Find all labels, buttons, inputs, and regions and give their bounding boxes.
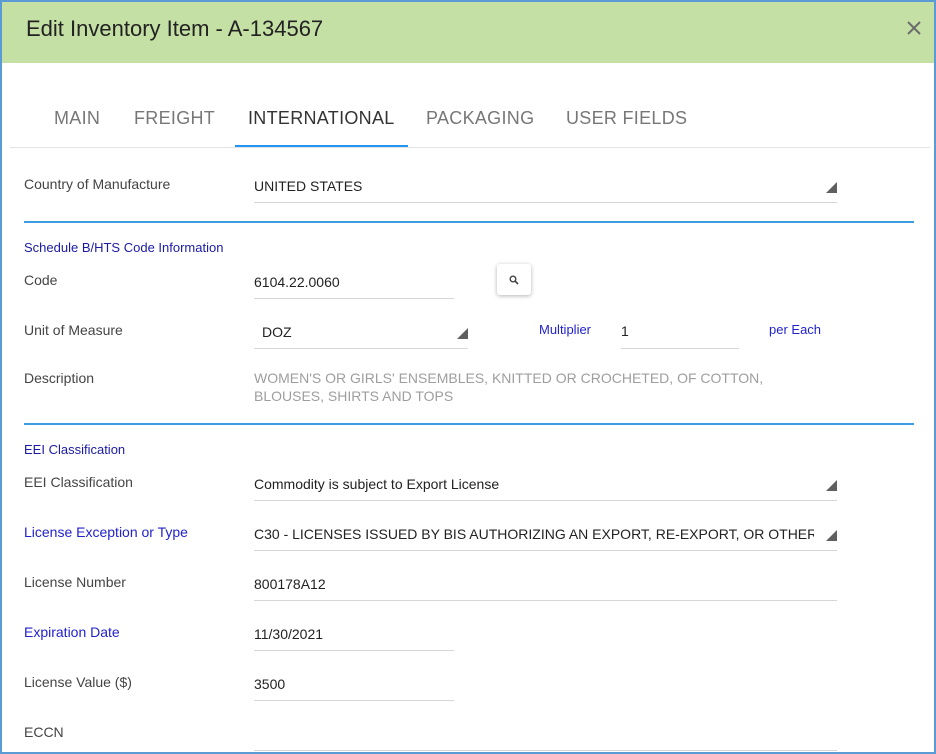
multiplier-suffix: per Each xyxy=(769,322,822,337)
code-value: 6104.22.0060 xyxy=(254,274,340,290)
eei-classification-value: Commodity is subject to Export License xyxy=(254,476,500,492)
section-divider xyxy=(24,423,914,425)
search-icon xyxy=(509,275,519,285)
expiration-date-input[interactable]: 11/30/2021 xyxy=(254,626,454,651)
eei-classification-select[interactable]: Commodity is subject to Export License xyxy=(254,476,837,501)
license-exception-label: License Exception or Type xyxy=(24,524,188,540)
tab-freight[interactable]: FREIGHT xyxy=(134,108,215,129)
license-exception-select[interactable]: C30 - LICENSES ISSUED BY BIS AUTHORIZING… xyxy=(254,526,837,551)
license-number-input[interactable]: 800178A12 xyxy=(254,576,837,601)
license-value-label: License Value ($) xyxy=(24,674,132,690)
active-tab-indicator xyxy=(235,145,408,147)
license-exception-value: C30 - LICENSES ISSUED BY BIS AUTHORIZING… xyxy=(254,526,814,542)
code-input[interactable]: 6104.22.0060 xyxy=(254,274,454,299)
dropdown-arrow-icon xyxy=(826,480,837,491)
code-search-button[interactable] xyxy=(497,264,531,295)
country-value: UNITED STATES xyxy=(254,178,363,194)
tab-user-fields[interactable]: USER FIELDS xyxy=(566,108,687,129)
dropdown-arrow-icon xyxy=(826,530,837,541)
tab-main[interactable]: MAIN xyxy=(54,108,100,129)
uom-select[interactable]: DOZ xyxy=(254,324,468,349)
country-label: Country of Manufacture xyxy=(24,176,171,192)
edit-inventory-dialog: Edit Inventory Item - A-134567 MAIN FREI… xyxy=(0,0,936,754)
uom-label: Unit of Measure xyxy=(24,322,123,338)
multiplier-input[interactable]: 1 xyxy=(621,323,739,349)
eei-section-title: EEI Classification xyxy=(24,442,126,457)
license-number-value: 800178A12 xyxy=(254,576,326,592)
country-select[interactable]: UNITED STATES xyxy=(254,178,837,203)
code-label: Code xyxy=(24,272,58,288)
eei-classification-label: EEI Classification xyxy=(24,474,133,490)
dialog-title: Edit Inventory Item - A-134567 xyxy=(26,16,324,41)
hts-section-title: Schedule B/HTS Code Information xyxy=(24,240,224,255)
dropdown-arrow-icon xyxy=(457,328,468,339)
expiration-date-label: Expiration Date xyxy=(24,624,120,640)
multiplier-label: Multiplier xyxy=(539,322,592,337)
uom-value: DOZ xyxy=(262,324,292,340)
tab-packaging[interactable]: PACKAGING xyxy=(426,108,534,129)
section-divider xyxy=(24,221,914,223)
license-number-label: License Number xyxy=(24,574,126,590)
eccn-label: ECCN xyxy=(24,724,64,740)
description-value: WOMEN'S OR GIRLS' ENSEMBLES, KNITTED OR … xyxy=(254,370,764,404)
license-value-input[interactable]: 3500 xyxy=(254,676,454,701)
close-icon[interactable] xyxy=(902,16,926,40)
multiplier-value: 1 xyxy=(621,323,629,339)
dialog-header: Edit Inventory Item - A-134567 xyxy=(2,2,934,63)
license-value-value: 3500 xyxy=(254,676,286,692)
tab-international[interactable]: INTERNATIONAL xyxy=(248,108,395,129)
description-label: Description xyxy=(24,370,95,386)
tab-bar: MAIN FREIGHT INTERNATIONAL PACKAGING USE… xyxy=(10,88,930,148)
dropdown-arrow-icon xyxy=(826,182,837,193)
expiration-date-value: 11/30/2021 xyxy=(254,626,324,642)
eccn-input[interactable] xyxy=(254,726,837,751)
